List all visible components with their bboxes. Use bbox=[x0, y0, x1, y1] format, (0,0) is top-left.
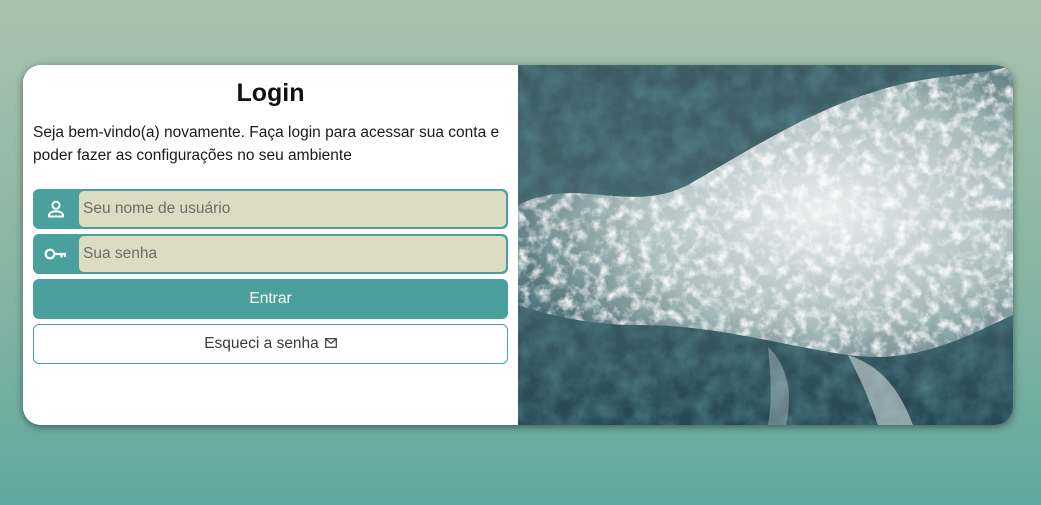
ocean-waves-image bbox=[518, 65, 1013, 425]
login-panel: Login Seja bem-vindo(a) novamente. Faça … bbox=[23, 65, 518, 425]
ocean-waves-art bbox=[518, 65, 1013, 425]
forgot-password-button[interactable]: Esqueci a senha bbox=[33, 324, 508, 364]
page-title: Login bbox=[236, 79, 305, 107]
login-button-label: Entrar bbox=[249, 290, 292, 307]
password-input[interactable] bbox=[79, 236, 506, 272]
user-icon bbox=[33, 189, 79, 229]
welcome-text: Seja bem-vindo(a) novamente. Faça login … bbox=[33, 124, 500, 164]
forgot-password-label: Esqueci a senha bbox=[204, 335, 319, 352]
username-input[interactable] bbox=[79, 191, 506, 227]
key-icon bbox=[33, 234, 79, 274]
envelope-icon bbox=[324, 335, 337, 353]
username-input-group bbox=[33, 189, 508, 229]
password-input-group bbox=[33, 234, 508, 274]
login-button[interactable]: Entrar bbox=[33, 279, 508, 319]
login-card: Login Seja bem-vindo(a) novamente. Faça … bbox=[23, 65, 1013, 425]
